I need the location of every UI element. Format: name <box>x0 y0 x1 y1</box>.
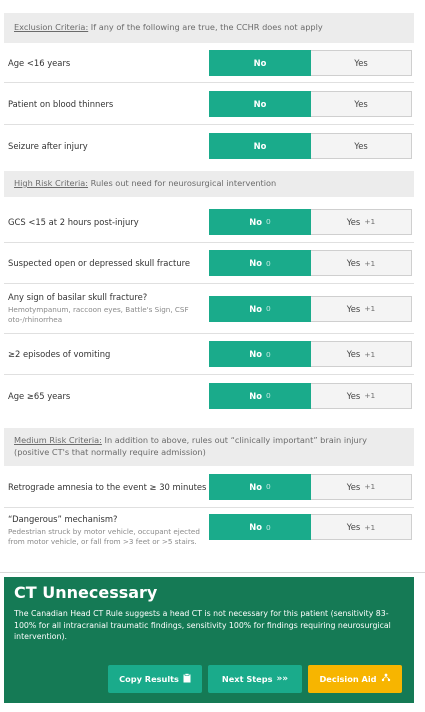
copy-results-button[interactable]: Copy Results <box>108 665 202 693</box>
row-blood-thinners: Patient on blood thinners No Yes <box>4 83 414 125</box>
amnesia-toggle: No 0 Yes +1 <box>209 473 412 500</box>
yes-option[interactable]: Yes +1 <box>311 250 412 276</box>
vomiting-toggle: No 0 Yes +1 <box>209 341 412 367</box>
no-option[interactable]: No 0 <box>209 514 311 540</box>
no-option[interactable]: No 0 <box>209 473 311 500</box>
people-icon <box>381 673 391 686</box>
age-65-toggle: No 0 Yes +1 <box>209 382 412 409</box>
row-label: Suspected open or depressed skull fractu… <box>8 258 191 268</box>
row-label: GCS <15 at 2 hours post-injury <box>8 216 139 227</box>
no-option[interactable]: No <box>209 132 311 159</box>
row-sublabel: Hemotympanum, raccoon eyes, Battle's Sig… <box>8 304 189 324</box>
clipboard-icon <box>183 672 191 686</box>
row-label: Retrograde amnesia to the event ≥ 30 min… <box>8 481 207 492</box>
row-vomiting: ≥2 episodes of vomiting No 0 Yes +1 <box>4 334 414 375</box>
high-risk-header: High Risk Criteria: Rules out need for n… <box>4 171 414 197</box>
yes-option[interactable]: Yes +1 <box>311 382 412 409</box>
row-label: Age <16 years <box>8 57 71 68</box>
yes-option[interactable]: Yes <box>311 132 412 159</box>
no-option[interactable]: No 0 <box>209 250 311 276</box>
dangerous-mechanism-toggle: No 0 Yes +1 <box>209 514 412 540</box>
yes-option[interactable]: Yes +1 <box>311 208 412 235</box>
yes-option[interactable]: Yes +1 <box>311 473 412 500</box>
no-option[interactable]: No 0 <box>209 382 311 409</box>
exclusion-criteria-header: Exclusion Criteria: If any of the follow… <box>4 13 414 43</box>
row-gcs: GCS <15 at 2 hours post-injury No 0 Yes +1 <box>4 201 414 243</box>
blood-thinners-toggle: No Yes <box>209 90 412 117</box>
skull-fracture-toggle: No 0 Yes +1 <box>209 250 412 276</box>
row-basilar-fracture: Any sign of basilar skull fracture? Hemot… <box>4 284 414 334</box>
no-option[interactable]: No <box>209 49 311 76</box>
calculator-form: Exclusion Criteria: If any of the follow… <box>4 0 414 566</box>
row-seizure: Seizure after injury No Yes <box>4 125 414 166</box>
exclusion-criteria-desc: If any of the following are true, the CC… <box>88 22 323 33</box>
row-age-under-16: Age <16 years No Yes <box>4 43 414 83</box>
medium-risk-header: Medium Risk Criteria: In addition to abo… <box>4 428 414 466</box>
yes-option[interactable]: Yes <box>311 49 412 76</box>
next-steps-button[interactable]: Next Steps »» <box>208 665 302 693</box>
yes-option[interactable]: Yes +1 <box>311 514 412 540</box>
yes-option[interactable]: Yes <box>311 90 412 117</box>
result-actions: Copy Results Next Steps »» Decision Aid <box>108 665 402 693</box>
result-text: The Canadian Head CT Rule suggests a hea… <box>14 609 391 642</box>
gcs-toggle: No 0 Yes +1 <box>209 208 412 235</box>
row-age-65: Age ≥65 years No 0 Yes +1 <box>4 375 414 416</box>
no-option[interactable]: No 0 <box>209 295 311 322</box>
row-label: “Dangerous” mechanism? Pedestrian struck … <box>8 514 200 547</box>
no-option[interactable]: No <box>209 90 311 117</box>
result-title: CT Unnecessary <box>14 583 158 602</box>
row-amnesia: Retrograde amnesia to the event ≥ 30 min… <box>4 466 414 508</box>
row-label: ≥2 episodes of vomiting <box>8 349 111 359</box>
row-label: Age ≥65 years <box>8 390 71 401</box>
exclusion-criteria-title: Exclusion Criteria: <box>14 22 89 33</box>
result-panel: CT Unnecessary The Canadian Head CT Rule… <box>4 577 414 703</box>
row-label: Seizure after injury <box>8 140 88 151</box>
decision-aid-button[interactable]: Decision Aid <box>308 665 402 693</box>
no-option[interactable]: No 0 <box>209 341 311 367</box>
basilar-fracture-toggle: No 0 Yes +1 <box>209 295 412 322</box>
age-under-16-toggle: No Yes <box>209 49 412 76</box>
row-label: Patient on blood thinners <box>8 98 114 109</box>
row-label: Any sign of basilar skull fracture? Hemot… <box>6 292 206 325</box>
row-dangerous-mechanism: “Dangerous” mechanism? Pedestrian struck … <box>4 508 414 566</box>
high-risk-desc: Rules out need for neurosurgical interve… <box>88 178 277 189</box>
yes-option[interactable]: Yes +1 <box>311 295 412 322</box>
yes-option[interactable]: Yes +1 <box>311 341 412 367</box>
result-divider <box>0 572 425 573</box>
row-skull-fracture: Suspected open or depressed skull fractu… <box>4 243 414 284</box>
no-option[interactable]: No 0 <box>209 208 311 235</box>
chevrons-right-icon: »» <box>276 674 289 684</box>
medium-risk-title: Medium Risk Criteria: <box>14 435 102 446</box>
row-sublabel: Pedestrian struck by motor vehicle, occu… <box>8 527 200 547</box>
seizure-toggle: No Yes <box>209 132 412 159</box>
high-risk-title: High Risk Criteria: <box>14 178 89 189</box>
